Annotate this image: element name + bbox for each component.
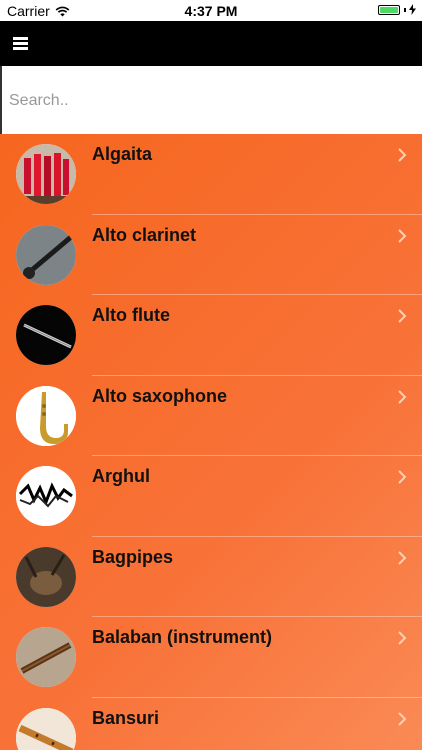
chevron-right-icon xyxy=(398,711,407,726)
arghul-thumbnail xyxy=(16,466,76,526)
list-item[interactable]: Alto saxophone xyxy=(0,376,422,457)
balaban-thumbnail xyxy=(16,627,76,687)
chevron-right-icon xyxy=(398,389,407,404)
alto-flute-thumbnail xyxy=(16,305,76,365)
item-label: Alto flute xyxy=(92,305,170,325)
hamburger-icon xyxy=(13,37,28,50)
chevron-right-icon xyxy=(398,631,407,645)
status-bar: Carrier 4:37 PM xyxy=(0,0,422,21)
item-label: Arghul xyxy=(92,466,150,486)
search-input[interactable] xyxy=(7,86,411,116)
alto-clarinet-thumbnail xyxy=(16,224,76,285)
menu-button[interactable] xyxy=(13,37,28,50)
alto-saxophone-thumbnail xyxy=(16,385,76,446)
item-label: Alto clarinet xyxy=(92,224,197,245)
list-item[interactable]: Alto flute xyxy=(0,295,422,376)
item-label: Bansuri xyxy=(92,707,160,728)
battery-level xyxy=(380,6,398,13)
chevron-right-icon xyxy=(398,309,407,323)
item-label: Balaban (instrument) xyxy=(92,627,273,647)
list-item[interactable]: Arghul xyxy=(0,456,422,537)
status-time: 4:37 PM xyxy=(184,3,238,19)
item-label: Bagpipes xyxy=(92,546,174,567)
list-item[interactable]: Algaita xyxy=(0,134,422,215)
list-item[interactable]: Bansuri xyxy=(0,698,422,750)
battery-cap xyxy=(404,7,406,12)
bansuri-thumbnail xyxy=(16,707,76,750)
list-item[interactable]: Alto clarinet xyxy=(0,215,422,296)
instrument-list: Algaita Alto clarinet Alto flute Alto sa… xyxy=(0,134,422,750)
charging-bolt-icon xyxy=(409,4,416,15)
chevron-right-icon xyxy=(398,228,407,243)
nav-bar xyxy=(0,21,422,66)
list-item[interactable]: Bagpipes xyxy=(0,537,422,618)
algaita-thumbnail xyxy=(16,144,76,204)
status-right xyxy=(378,4,416,15)
chevron-right-icon xyxy=(398,550,407,565)
item-label: Algaita xyxy=(92,144,153,164)
item-label: Alto saxophone xyxy=(92,385,228,406)
chevron-right-icon xyxy=(398,470,407,484)
bagpipes-thumbnail xyxy=(16,546,76,607)
list-item[interactable]: Balaban (instrument) xyxy=(0,617,422,698)
chevron-right-icon xyxy=(398,148,407,162)
battery-icon xyxy=(378,4,400,15)
search-bar xyxy=(0,66,422,134)
